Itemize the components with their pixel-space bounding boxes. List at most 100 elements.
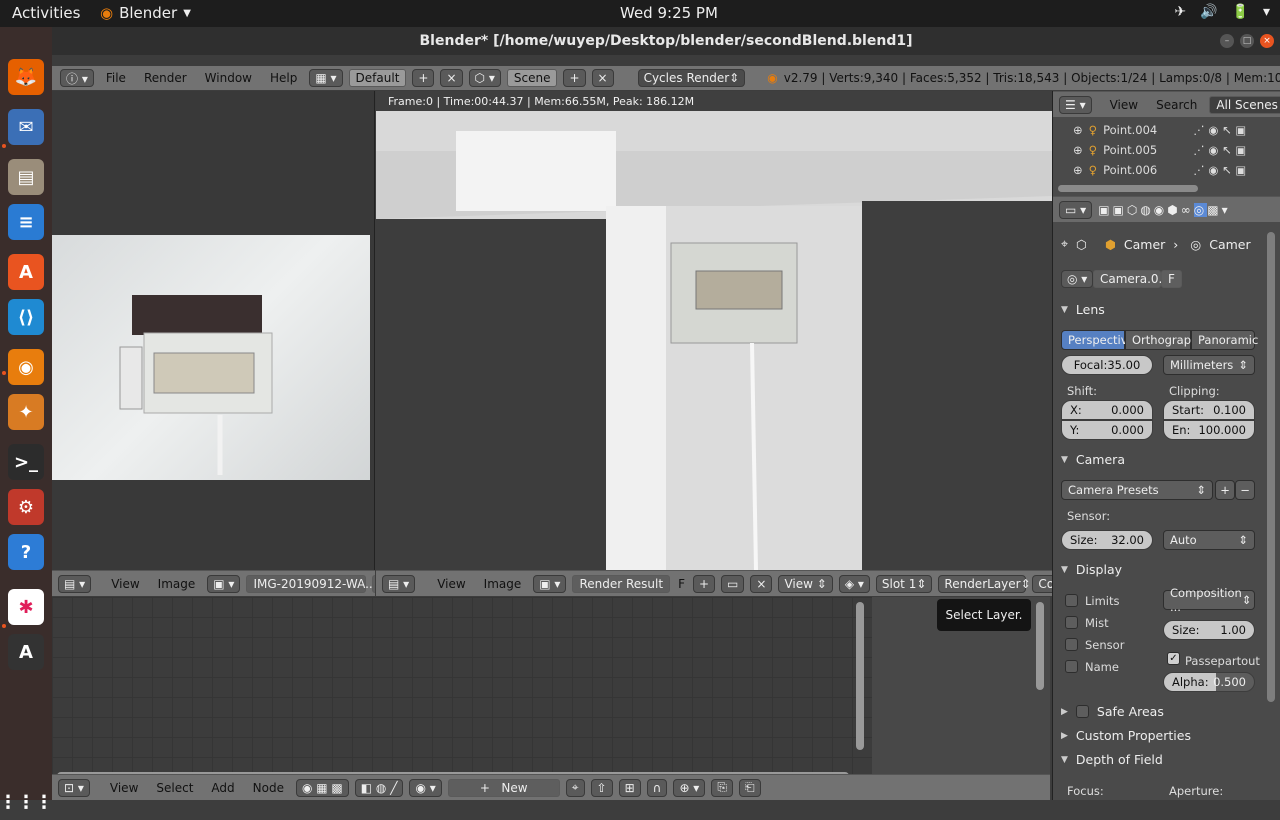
visibility-icons[interactable]: ⋰ ◉ ↖ ▣ (1193, 123, 1246, 137)
menu-select[interactable]: Select (150, 781, 199, 795)
outliner-filter-select[interactable]: All Scenes (1209, 95, 1280, 114)
image-name-field[interactable]: IMG-20190912-WA... (246, 574, 375, 593)
pin-icon[interactable]: ⌖ (565, 778, 585, 797)
remove-preset-button[interactable]: − (1235, 480, 1255, 500)
parent-node-icon[interactable]: ⇧ (590, 778, 613, 797)
safe-areas-checkbox[interactable] (1075, 705, 1089, 718)
screen-layout-field[interactable]: Default (348, 69, 407, 87)
pin-icon[interactable]: ⌖ (1061, 236, 1068, 252)
properties-tabs[interactable]: ▣▣⬡◍◉⬢∞◎▩▾ (1098, 202, 1230, 217)
scene-icon[interactable]: ⬡ ▾ (468, 69, 501, 87)
scene-field[interactable]: Scene (506, 69, 558, 87)
node-v-scrollbar-left[interactable] (856, 602, 864, 750)
image-users-field[interactable]: 2 (372, 574, 375, 593)
safe-areas-panel-header[interactable]: ▶ Safe Areas (1061, 704, 1164, 719)
visibility-icons[interactable]: ⋰ ◉ ↖ ▣ (1193, 143, 1246, 157)
lens-units-select[interactable]: Millimeters ⇕ (1163, 355, 1255, 375)
menu-search[interactable]: Search (1150, 98, 1203, 112)
menu-node[interactable]: Node (247, 781, 290, 795)
menu-image[interactable]: Image (152, 577, 202, 591)
expand-icon[interactable]: ⊕ (1073, 163, 1083, 177)
image-editor-type-button[interactable]: ▤ ▾ (58, 574, 92, 593)
paste-nodes-icon[interactable]: ⎗ (738, 778, 761, 797)
add-preset-button[interactable]: + (1215, 480, 1235, 500)
snap-icon[interactable]: ∩ (646, 778, 668, 797)
menu-help[interactable]: Help (264, 71, 303, 85)
clock[interactable]: Wed 9:25 PM (620, 4, 718, 22)
add-layout-button[interactable]: + (412, 69, 435, 87)
help-icon[interactable]: ? (8, 534, 44, 570)
render-result-viewer[interactable]: Frame:0 | Time:00:44.37 | Mem:66.55M, Pe… (376, 91, 1052, 570)
camera-presets-select[interactable]: Camera Presets ⇕ (1061, 480, 1213, 500)
render-browse-button[interactable]: ▣ ▾ (533, 574, 567, 593)
maximize-button[interactable]: □ (1240, 34, 1254, 48)
dof-panel-header[interactable]: ▼ Depth of Field (1061, 752, 1163, 767)
render-engine-select[interactable]: Cycles Render ⇕ (637, 69, 746, 87)
menu-image[interactable]: Image (478, 577, 528, 591)
reference-photo[interactable] (52, 235, 370, 480)
clip-end-field[interactable]: En: 100.000 (1163, 420, 1255, 440)
software-center-icon[interactable]: A (8, 254, 44, 290)
unlink-image-button[interactable]: × (750, 574, 773, 593)
passepartout-alpha-slider[interactable]: Alpha: 0.500 (1163, 672, 1255, 692)
backdrop-icon[interactable]: ⊞ (618, 778, 641, 797)
menu-view[interactable]: View (431, 577, 471, 591)
files-icon[interactable]: ▤ (8, 159, 44, 195)
node-tree-type-buttons[interactable]: ◉ ▦ ▩ (295, 778, 349, 797)
camera-panel-header[interactable]: ▼ Camera (1061, 452, 1125, 467)
add-scene-button[interactable]: + (563, 69, 586, 87)
limits-checkbox[interactable] (1065, 594, 1078, 607)
menu-view[interactable]: View (104, 781, 144, 795)
menu-file[interactable]: File (100, 71, 132, 85)
camera-data-browse[interactable]: ◎ ▾ (1061, 270, 1094, 288)
sensor-checkbox[interactable] (1065, 638, 1078, 651)
view-mode-button[interactable]: ◈ ▾ (838, 574, 870, 593)
passepartout-checkbox[interactable]: ✓ (1167, 652, 1180, 665)
new-image-button[interactable]: + (692, 574, 716, 593)
outliner-editor-type-button[interactable]: ☰ ▾ (1059, 95, 1092, 114)
render-pass-select[interactable]: Com (1032, 574, 1052, 593)
sensor-size-field[interactable]: Size: 32.00 (1061, 530, 1153, 550)
panoramic-tab[interactable]: Panoramic (1191, 330, 1258, 350)
fake-user-button[interactable]: F (676, 577, 687, 591)
updater-icon[interactable]: A (8, 634, 44, 670)
minimize-button[interactable]: – (1220, 34, 1234, 48)
vscode-icon[interactable]: ⟨⟩ (8, 299, 44, 335)
close-button[interactable]: × (1260, 34, 1274, 48)
outliner-item[interactable]: ⊕ ♀ Point.005 ⋰ ◉ ↖ ▣ (1073, 143, 1246, 157)
app-orange-icon[interactable]: ✦ (8, 394, 44, 430)
focal-length-field[interactable]: Focal:35.00 (1061, 355, 1153, 375)
menu-render[interactable]: Render (138, 71, 193, 85)
fake-user-button[interactable]: F (1161, 270, 1182, 288)
material-browse-button[interactable]: ◉ ▾ (409, 778, 442, 797)
terminal-icon[interactable]: >_ (8, 444, 44, 480)
remove-scene-button[interactable]: × (591, 69, 614, 87)
activities-button[interactable]: Activities (12, 4, 80, 22)
shader-type-buttons[interactable]: ◧ ◍ ╱ (354, 778, 404, 797)
open-image-button[interactable]: ▭ (721, 574, 745, 593)
outliner-h-scrollbar[interactable] (1058, 185, 1198, 192)
settings-icon[interactable]: ⚙ (8, 489, 44, 525)
snap-mode-select[interactable]: ⊕ ▾ (673, 778, 706, 797)
node-editor[interactable] (52, 597, 1050, 780)
display-panel-header[interactable]: ▼ Display (1061, 562, 1122, 577)
visibility-icons[interactable]: ⋰ ◉ ↖ ▣ (1193, 163, 1246, 177)
menu-view[interactable]: View (105, 577, 145, 591)
camera-data-field[interactable]: Camera.0... (1093, 270, 1170, 288)
slack-icon[interactable]: ✱ (8, 589, 44, 625)
new-material-button[interactable]: + New (447, 778, 560, 797)
perspective-tab[interactable]: Perspective (1061, 330, 1135, 350)
slot-select[interactable]: Slot 1 ⇕ (875, 574, 933, 593)
menu-window[interactable]: Window (199, 71, 258, 85)
custom-properties-panel-header[interactable]: ▶ Custom Properties (1061, 728, 1191, 743)
thunderbird-icon[interactable]: ✉ (8, 109, 44, 145)
node-editor-type-button[interactable]: ⊡ ▾ (58, 778, 90, 797)
composition-guides-select[interactable]: Composition ... ⇕ (1163, 586, 1255, 614)
app-menu[interactable]: ◉ Blender ▼ (100, 4, 191, 22)
menu-view[interactable]: View (1104, 98, 1144, 112)
firefox-icon[interactable]: 🦊 (8, 59, 44, 95)
reference-image-editor[interactable] (52, 91, 375, 570)
blender-icon[interactable]: ◉ (8, 349, 44, 385)
expand-icon[interactable]: ⊕ (1073, 143, 1083, 157)
info-editor-type-button[interactable]: ⓘ ▾ (60, 69, 94, 87)
